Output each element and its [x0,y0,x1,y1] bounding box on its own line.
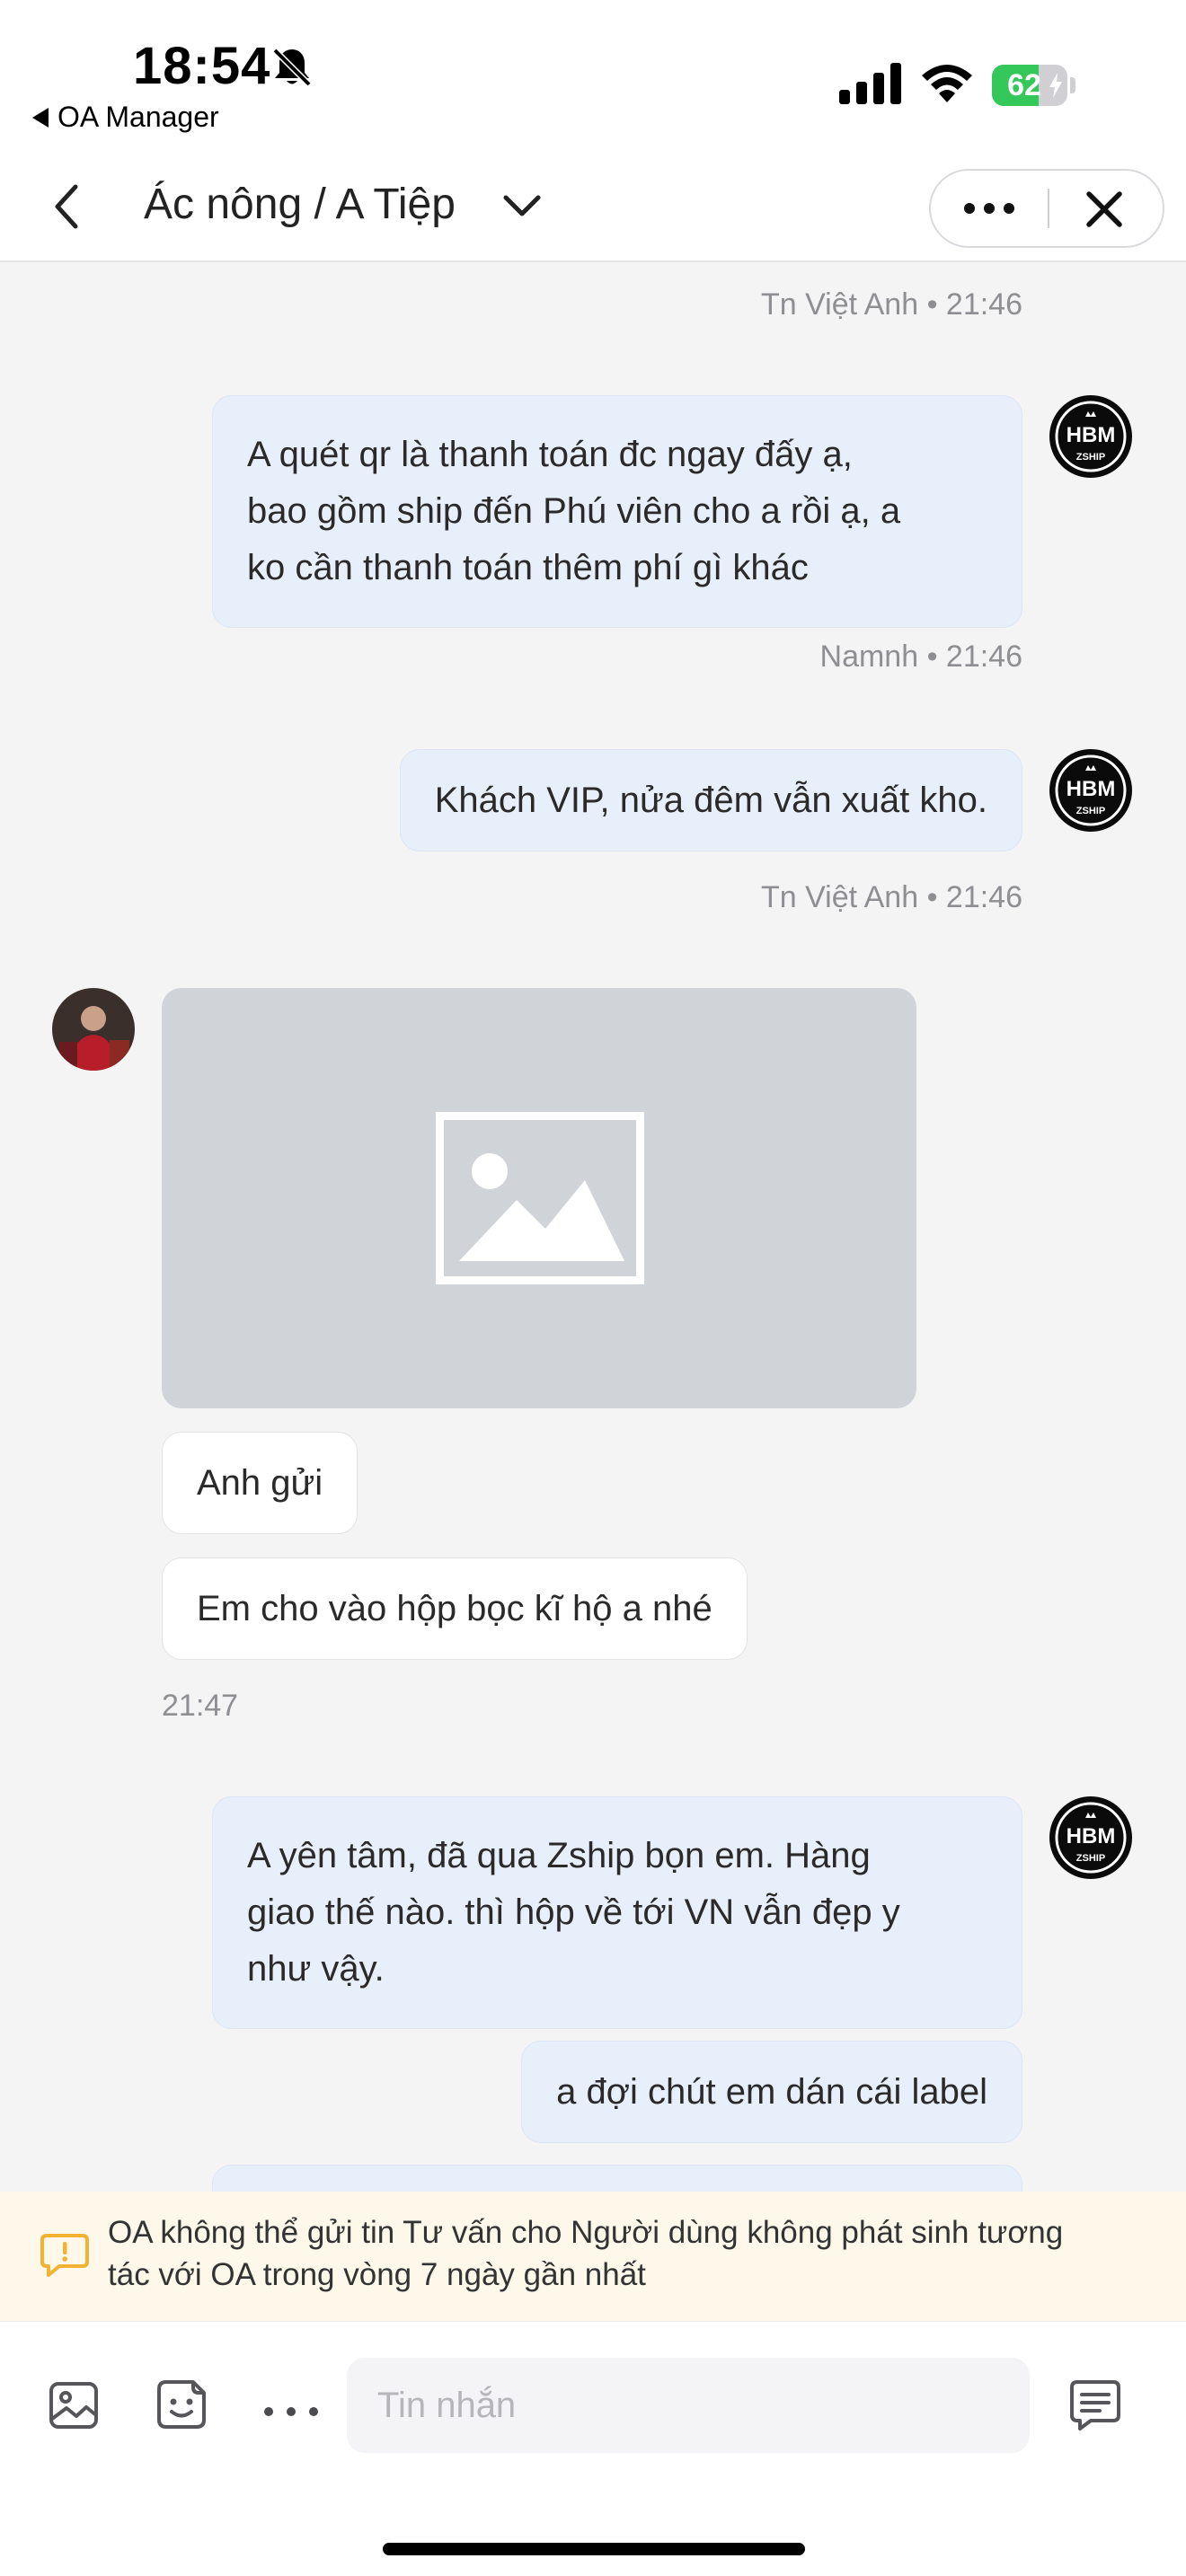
oa-logo-icon: HBM ZSHIP [1055,754,1127,826]
message-composer [0,2321,1186,2576]
home-indicator [383,2543,805,2555]
dot [984,203,995,214]
dot [287,2407,296,2416]
image-icon[interactable] [47,2378,102,2433]
more-dots-icon[interactable] [931,171,1048,246]
warning-text: OA không thể gửi tin Tư vấn cho Người dù… [108,2211,1150,2296]
message-list[interactable]: Tn Việt Anh • 21:46 A quét qr là thanh t… [0,262,1186,2192]
chat-header: Ác nông / A Tiệp [0,153,1186,262]
warning-line: OA không thể gửi tin Tư vấn cho Người dù… [108,2215,1064,2250]
dot [309,2407,318,2416]
chevron-down-icon[interactable] [501,190,543,221]
message-meta: Tn Việt Anh • 21:46 [760,880,1022,914]
signal-icon [839,63,901,104]
quick-reply-icon[interactable] [1067,2378,1123,2433]
close-icon[interactable] [1085,190,1123,228]
message-line: bao gồm ship đến Phú viên cho a rồi ạ, a [247,491,901,531]
battery-tip [1070,77,1075,93]
message-meta: Namnh • 21:46 [819,640,1022,674]
svg-text:HBM: HBM [1067,777,1116,801]
svg-text:HBM: HBM [1067,1824,1116,1848]
image-placeholder-icon [436,1112,644,1284]
capsule-divider [1048,189,1049,228]
message-time: 21:47 [162,1689,239,1723]
oa-logo-icon: HBM ZSHIP [1055,401,1127,472]
back-to-app-link[interactable]: OA Manager [32,101,219,134]
charging-bolt-icon [1049,73,1062,98]
more-dots-icon[interactable] [264,2403,318,2421]
back-chevron-icon[interactable] [45,180,90,234]
message-input[interactable] [347,2358,1030,2453]
warning-message-icon [40,2234,89,2277]
dot [1004,203,1014,214]
outgoing-message-partial[interactable] [212,2165,1022,2192]
mini-app-capsule [929,169,1164,248]
dot [964,203,975,214]
message-meta: Tn Việt Anh • 21:46 [760,287,1022,322]
clock: 18:54 [133,37,271,95]
svg-text:ZSHIP: ZSHIP [1076,452,1105,463]
oa-avatar[interactable]: HBM ZSHIP [1049,1796,1132,1879]
sticker-icon[interactable] [155,2378,210,2433]
svg-text:ZSHIP: ZSHIP [1076,1853,1105,1864]
battery-charging-icon: 62 [992,65,1067,106]
outgoing-message[interactable]: A quét qr là thanh toán đc ngay đấy ạ, b… [212,395,1022,628]
message-line: như vậy. [247,1949,385,1989]
bell-slash-icon [272,48,312,87]
incoming-message[interactable]: Anh gửi [162,1432,358,1534]
message-text: a đợi chút em dán cái label [556,2072,987,2112]
oa-avatar[interactable]: HBM ZSHIP [1049,749,1132,832]
oa-logo-icon: HBM ZSHIP [1055,1802,1127,1874]
outgoing-message[interactable]: a đợi chút em dán cái label [521,2041,1022,2143]
incoming-message[interactable]: Em cho vào hộp bọc kĩ hộ a nhé [162,1557,748,1660]
conversation-title[interactable]: Ác nông / A Tiệp [144,180,456,229]
svg-text:ZSHIP: ZSHIP [1076,806,1105,816]
dot [264,2407,273,2416]
oa-avatar[interactable]: HBM ZSHIP [1049,395,1132,478]
message-text: Em cho vào hộp bọc kĩ hộ a nhé [197,1589,712,1628]
message-text: Anh gửi [197,1463,323,1503]
oa-warning-banner: OA không thể gửi tin Tư vấn cho Người dù… [0,2192,1186,2321]
svg-text:HBM: HBM [1067,423,1116,447]
message-line: ko cần thanh toán thêm phí gì khác [247,548,809,587]
warning-line: tác với OA trong vòng 7 ngày gần nhất [108,2257,646,2292]
message-line: giao thế nào. thì hộp về tới VN vẫn đẹp … [247,1892,900,1932]
status-bar: 18:54 OA Manager 62 [0,0,1186,153]
message-line: A quét qr là thanh toán đc ngay đấy ạ, [247,435,853,474]
message-line: A yên tâm, đã qua Zship bọn em. Hàng [247,1836,871,1875]
outgoing-message[interactable]: Khách VIP, nửa đêm vẫn xuất kho. [399,749,1022,851]
user-photo-icon [52,988,135,1071]
message-text: Khách VIP, nửa đêm vẫn xuất kho. [434,781,987,820]
user-avatar[interactable] [52,988,135,1071]
outgoing-message[interactable]: A yên tâm, đã qua Zship bọn em. Hàng gia… [212,1796,1022,2029]
back-triangle-icon [32,107,49,128]
wifi-icon [922,65,972,102]
back-app-label: OA Manager [58,101,219,133]
image-message[interactable] [162,988,916,1408]
